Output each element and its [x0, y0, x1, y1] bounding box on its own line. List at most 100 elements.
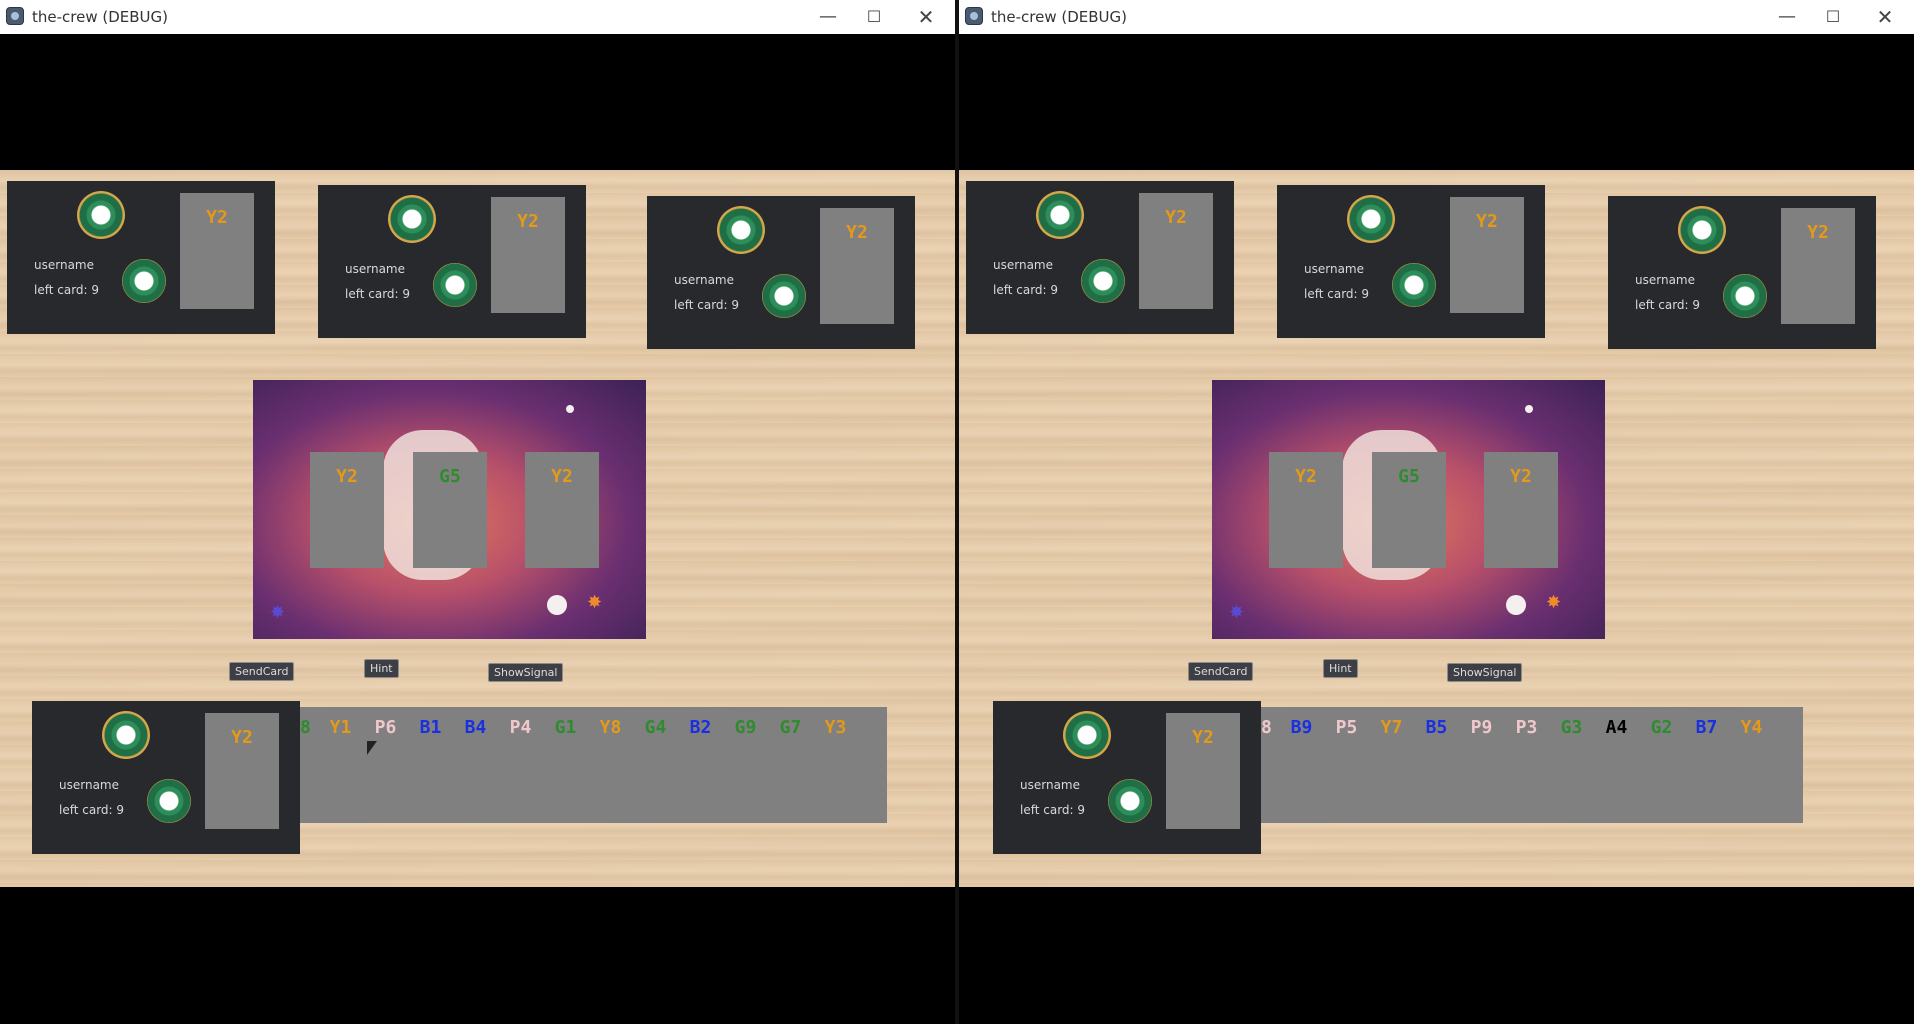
star-decoration-icon: ✸ — [1546, 592, 1562, 613]
hand-card[interactable]: B2 — [678, 717, 723, 738]
played-card[interactable]: Y2 — [820, 208, 894, 324]
player-left-card: left card: 9 — [1304, 287, 1370, 301]
astronaut-avatar-icon — [388, 195, 436, 243]
hand-card[interactable]: G2 — [1639, 717, 1684, 738]
played-card[interactable]: Y2 — [1781, 208, 1855, 324]
opponent-panel: username left card: 9 Y2 — [966, 181, 1234, 334]
self-player-panel: username left card: 9 Y2 — [993, 701, 1261, 854]
opponent-panel: username left card: 9 Y2 — [1608, 196, 1876, 349]
close-button[interactable]: ✕ — [903, 4, 949, 30]
hand-card[interactable]: G4 — [633, 717, 678, 738]
played-card[interactable]: Y2 — [1450, 197, 1524, 313]
hand-card[interactable]: B9 — [1279, 717, 1324, 738]
mouse-cursor-icon — [367, 741, 377, 755]
trick-card[interactable]: Y2 — [310, 452, 384, 568]
hand-card[interactable]: A4 — [1594, 717, 1639, 738]
hand-card-list: 8 B9 P5 Y7 B5 P9 P3 G3 A4 G2 B7 Y4 — [1261, 717, 1774, 738]
close-button[interactable]: ✕ — [1862, 4, 1908, 30]
star-decoration-icon: ✸ — [1229, 602, 1245, 623]
player-username: username — [59, 778, 119, 792]
star-decoration-icon: ✸ — [270, 602, 286, 623]
maximize-button[interactable]: ☐ — [1810, 4, 1856, 30]
played-card[interactable]: Y2 — [491, 197, 565, 313]
player-username: username — [674, 273, 734, 287]
hand-card[interactable]: Y8 — [588, 717, 633, 738]
card-label: Y2 — [1807, 222, 1829, 243]
astronaut-badge-icon — [1108, 779, 1152, 823]
trick-card[interactable]: G5 — [413, 452, 487, 568]
hint-button[interactable]: Hint — [364, 659, 399, 678]
astronaut-avatar-icon — [102, 711, 150, 759]
hand-card[interactable]: 8 — [300, 717, 318, 738]
astronaut-avatar-icon — [77, 191, 125, 239]
card-label: G5 — [439, 466, 461, 487]
hand-card[interactable]: Y7 — [1369, 717, 1414, 738]
planet-decoration — [1525, 405, 1533, 413]
show-signal-button[interactable]: ShowSignal — [1447, 663, 1523, 682]
hand-card[interactable]: P5 — [1324, 717, 1369, 738]
title-bar[interactable]: the-crew (DEBUG) — ☐ ✕ — [959, 0, 1914, 34]
astronaut-badge-icon — [1392, 263, 1436, 307]
card-label: Y2 — [1192, 727, 1214, 748]
player-left-card: left card: 9 — [1635, 298, 1701, 312]
hand-card[interactable]: G3 — [1549, 717, 1594, 738]
hand-card[interactable]: P3 — [1504, 717, 1549, 738]
trick-card[interactable]: G5 — [1372, 452, 1446, 568]
trick-board: ✸ ✸ Y2 G5 Y2 — [253, 380, 646, 639]
game-table: username left card: 9 Y2 username left c… — [0, 170, 955, 887]
opponent-panel: username left card: 9 Y2 — [647, 196, 915, 349]
hand-card[interactable]: Y3 — [813, 717, 858, 738]
hand-card[interactable]: G1 — [543, 717, 588, 738]
player-username: username — [345, 262, 405, 276]
card-label: Y2 — [551, 466, 573, 487]
astronaut-avatar-icon — [1036, 191, 1084, 239]
minimize-button[interactable]: — — [1764, 4, 1810, 30]
hand-card[interactable]: B4 — [453, 717, 498, 738]
card-label: Y2 — [206, 207, 228, 228]
card-label: Y2 — [846, 222, 868, 243]
trick-card[interactable]: Y2 — [1269, 452, 1343, 568]
player-username: username — [34, 258, 94, 272]
card-label: Y2 — [1476, 211, 1498, 232]
hint-button[interactable]: Hint — [1323, 659, 1358, 678]
maximize-button[interactable]: ☐ — [851, 4, 897, 30]
player-left-card: left card: 9 — [674, 298, 740, 312]
astronaut-badge-icon — [122, 259, 166, 303]
astronaut-avatar-icon — [1678, 206, 1726, 254]
played-card[interactable]: Y2 — [205, 713, 279, 829]
astronaut-badge-icon — [762, 274, 806, 318]
hand-card[interactable]: B7 — [1684, 717, 1729, 738]
send-card-button[interactable]: SendCard — [229, 662, 295, 681]
played-card[interactable]: Y2 — [180, 193, 254, 309]
opponent-panel: username left card: 9 Y2 — [7, 181, 275, 334]
hand-card[interactable]: B5 — [1414, 717, 1459, 738]
card-label: Y2 — [517, 211, 539, 232]
hand-card[interactable]: G7 — [768, 717, 813, 738]
planet-decoration — [566, 405, 574, 413]
hand-card[interactable]: Y4 — [1729, 717, 1774, 738]
hand-card[interactable]: Y1 — [318, 717, 363, 738]
title-bar[interactable]: the-crew (DEBUG) — ☐ ✕ — [0, 0, 955, 34]
player-left-card: left card: 9 — [59, 803, 125, 817]
trick-card[interactable]: Y2 — [525, 452, 599, 568]
hand-card[interactable]: 8 — [1261, 717, 1279, 738]
hand-card[interactable]: P9 — [1459, 717, 1504, 738]
player-left-card: left card: 9 — [345, 287, 411, 301]
window-title: the-crew (DEBUG) — [32, 8, 169, 26]
opponent-panel: username left card: 9 Y2 — [318, 185, 586, 338]
app-icon — [6, 7, 24, 25]
hand-card[interactable]: G9 — [723, 717, 768, 738]
self-player-panel: username left card: 9 Y2 — [32, 701, 300, 854]
player-username: username — [1635, 273, 1695, 287]
hand-card[interactable]: P6 — [363, 717, 408, 738]
window-title: the-crew (DEBUG) — [991, 8, 1128, 26]
played-card[interactable]: Y2 — [1166, 713, 1240, 829]
send-card-button[interactable]: SendCard — [1188, 662, 1254, 681]
trick-card[interactable]: Y2 — [1484, 452, 1558, 568]
show-signal-button[interactable]: ShowSignal — [488, 663, 564, 682]
played-card[interactable]: Y2 — [1139, 193, 1213, 309]
minimize-button[interactable]: — — [805, 4, 851, 30]
hand-card[interactable]: B1 — [408, 717, 453, 738]
astronaut-avatar-icon — [717, 206, 765, 254]
hand-card[interactable]: P4 — [498, 717, 543, 738]
